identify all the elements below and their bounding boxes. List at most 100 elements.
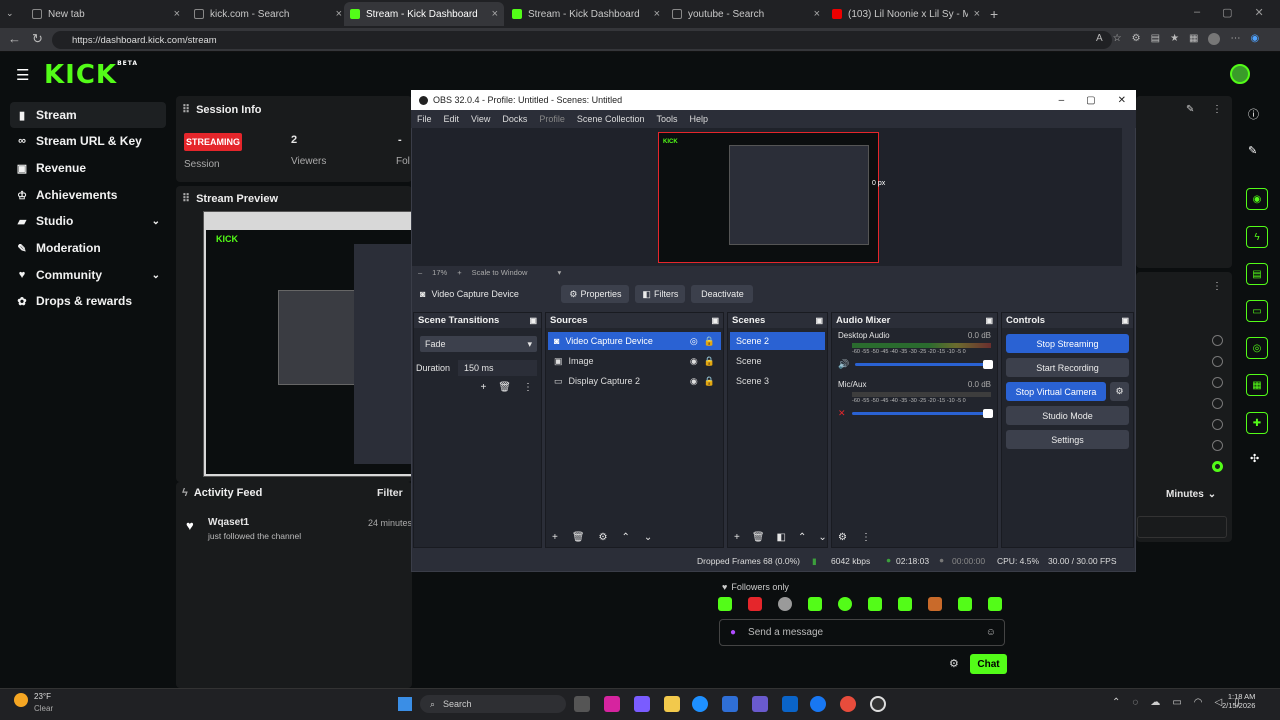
move-up-icon[interactable]: ⌃ bbox=[798, 532, 806, 543]
muted-speaker-icon[interactable]: ✕ bbox=[838, 408, 846, 419]
minimize-icon[interactable]: – bbox=[1059, 95, 1065, 106]
sidebar-item-community[interactable]: ♥ Community ⌄ bbox=[10, 262, 166, 288]
minutes-select[interactable]: Minutes ⌄ bbox=[1166, 489, 1216, 500]
emote-icon[interactable] bbox=[958, 597, 972, 611]
trash-icon[interactable]: 🗑 bbox=[498, 382, 511, 393]
add-icon[interactable]: + bbox=[552, 532, 558, 543]
more-menu-icon[interactable]: ⋯ bbox=[1230, 33, 1240, 45]
outlook-icon[interactable] bbox=[782, 696, 798, 712]
user-avatar[interactable] bbox=[1230, 64, 1250, 84]
menu-scene-collection[interactable]: Scene Collection bbox=[577, 114, 645, 124]
close-icon[interactable]: × bbox=[814, 8, 820, 20]
settings-panel-icon[interactable]: ▦ bbox=[1246, 374, 1268, 396]
source-item-video-capture[interactable]: ◙ Video Capture Device ◎ 🔒 bbox=[548, 332, 721, 350]
filters-button[interactable]: ◧ Filters bbox=[635, 285, 686, 303]
zoom-in-icon[interactable]: + bbox=[457, 268, 461, 277]
drag-handle-icon[interactable]: ⠿ bbox=[182, 192, 190, 205]
stop-streaming-button[interactable]: Stop Streaming bbox=[1006, 334, 1129, 353]
radio-option[interactable] bbox=[1212, 356, 1223, 367]
lock-icon[interactable]: 🔒 bbox=[704, 336, 715, 347]
pencil-icon[interactable]: ✎ bbox=[1248, 144, 1257, 157]
microphone-icon[interactable]: ● bbox=[730, 627, 736, 638]
menu-docks[interactable]: Docks bbox=[502, 114, 527, 124]
tab-stream-dashboard-active[interactable]: Stream - Kick Dashboard × bbox=[344, 2, 504, 26]
trash-icon[interactable]: 🗑 bbox=[572, 532, 585, 543]
emote-icon[interactable] bbox=[808, 597, 822, 611]
emote-icon[interactable] bbox=[868, 597, 882, 611]
sidebar-item-achievements[interactable]: ♔ Achievements bbox=[10, 182, 166, 208]
close-icon[interactable]: × bbox=[492, 8, 498, 20]
sidebar-item-drops-rewards[interactable]: ✿ Drops & rewards bbox=[10, 288, 166, 314]
radio-option[interactable] bbox=[1212, 335, 1223, 346]
menu-tools[interactable]: Tools bbox=[656, 114, 677, 124]
scene-item-scene[interactable]: Scene bbox=[730, 352, 825, 370]
virtual-camera-settings-icon[interactable]: ⚙ bbox=[1110, 382, 1129, 401]
menu-help[interactable]: Help bbox=[689, 114, 708, 124]
minimize-icon[interactable]: – bbox=[1194, 6, 1200, 19]
add-icon[interactable]: + bbox=[480, 382, 486, 393]
tab-stream-dashboard[interactable]: Stream - Kick Dashboard × bbox=[506, 2, 666, 26]
edge-icon[interactable] bbox=[692, 696, 708, 712]
sidebar-item-moderation[interactable]: ✎ Moderation bbox=[10, 235, 166, 261]
profile-avatar[interactable] bbox=[1208, 33, 1221, 45]
menu-profile[interactable]: Profile bbox=[539, 114, 565, 124]
trash-icon[interactable]: 🗑 bbox=[752, 532, 765, 543]
weather-icon[interactable] bbox=[14, 693, 28, 707]
lock-icon[interactable]: 🔒 bbox=[704, 356, 715, 367]
mic-audio-slider[interactable] bbox=[851, 409, 993, 418]
emote-icon[interactable] bbox=[898, 597, 912, 611]
emote-icon[interactable] bbox=[778, 597, 792, 611]
filter-icon[interactable]: ◧ bbox=[777, 532, 786, 543]
stop-virtual-camera-button[interactable]: Stop Virtual Camera bbox=[1006, 382, 1106, 401]
slider-handle[interactable] bbox=[983, 409, 993, 418]
emoji-icon[interactable]: ☺ bbox=[986, 627, 996, 638]
close-window-icon[interactable]: ✕ bbox=[1255, 6, 1264, 19]
tab-list-icon[interactable]: ⌄ bbox=[6, 8, 14, 19]
reload-icon[interactable]: ↻ bbox=[32, 31, 43, 47]
taskbar-clock[interactable]: 1:18 AM 2/15/2026 bbox=[1222, 692, 1255, 710]
settings-button[interactable]: Settings bbox=[1006, 430, 1129, 449]
scene-item-scene-2[interactable]: Scene 2 bbox=[730, 332, 825, 350]
edit-icon[interactable]: ✎ bbox=[1186, 104, 1194, 115]
display-icon[interactable]: ▭ bbox=[1172, 697, 1181, 708]
emote-icon[interactable] bbox=[988, 597, 1002, 611]
eye-icon[interactable]: ◉ bbox=[690, 376, 698, 387]
activity-user[interactable]: Wqaset1 bbox=[208, 517, 249, 528]
app-icon[interactable] bbox=[752, 696, 768, 712]
dock-menu-icon[interactable]: ▣ bbox=[985, 316, 993, 325]
emote-icon[interactable] bbox=[838, 597, 852, 611]
scene-item-scene-3[interactable]: Scene 3 bbox=[730, 372, 825, 390]
close-icon[interactable]: × bbox=[654, 8, 660, 20]
close-icon[interactable]: × bbox=[336, 8, 342, 20]
chat-message-input[interactable]: ● Send a message ☺ bbox=[719, 619, 1005, 646]
dock-menu-icon[interactable]: ▣ bbox=[711, 316, 719, 325]
transition-select[interactable]: Fade ▾ bbox=[420, 336, 537, 352]
document-icon[interactable]: ▤ bbox=[1246, 263, 1268, 285]
chat-send-button[interactable]: Chat bbox=[970, 654, 1007, 674]
chat-bubble-icon[interactable]: ▭ bbox=[1246, 300, 1268, 322]
instagram-icon[interactable] bbox=[604, 696, 620, 712]
onedrive-icon[interactable]: ☁ bbox=[1150, 697, 1160, 708]
emote-icon[interactable] bbox=[928, 597, 942, 611]
properties-button[interactable]: ⚙ Properties bbox=[561, 285, 630, 303]
tools-icon[interactable]: ✚ bbox=[1246, 412, 1268, 434]
chat-settings-icon[interactable]: ⚙ bbox=[949, 657, 959, 670]
tab-new-tab[interactable]: New tab × bbox=[26, 2, 186, 26]
menu-file[interactable]: File bbox=[417, 114, 432, 124]
extensions-icon[interactable]: ⚙ bbox=[1132, 33, 1141, 45]
duration-input[interactable] bbox=[1137, 516, 1227, 538]
split-screen-icon[interactable]: ▤ bbox=[1151, 33, 1160, 45]
deactivate-button[interactable]: Deactivate bbox=[691, 285, 754, 303]
broadcast-icon[interactable]: ◎ bbox=[1246, 337, 1268, 359]
network-icon[interactable]: ◌ bbox=[1132, 697, 1138, 708]
obs-preview-source[interactable]: KICK bbox=[658, 132, 879, 263]
favorite-star-icon[interactable]: ☆ bbox=[1113, 33, 1122, 45]
kick-logo[interactable]: KICKBETA bbox=[44, 60, 138, 90]
radio-option[interactable] bbox=[1212, 419, 1223, 430]
menu-edit[interactable]: Edit bbox=[444, 114, 460, 124]
task-view-icon[interactable] bbox=[574, 696, 590, 712]
desktop-audio-slider[interactable] bbox=[855, 360, 993, 369]
more-vertical-icon[interactable]: ⋮ bbox=[1212, 104, 1222, 115]
widgets-icon[interactable]: ✣ bbox=[1250, 452, 1259, 465]
radio-option[interactable] bbox=[1212, 398, 1223, 409]
